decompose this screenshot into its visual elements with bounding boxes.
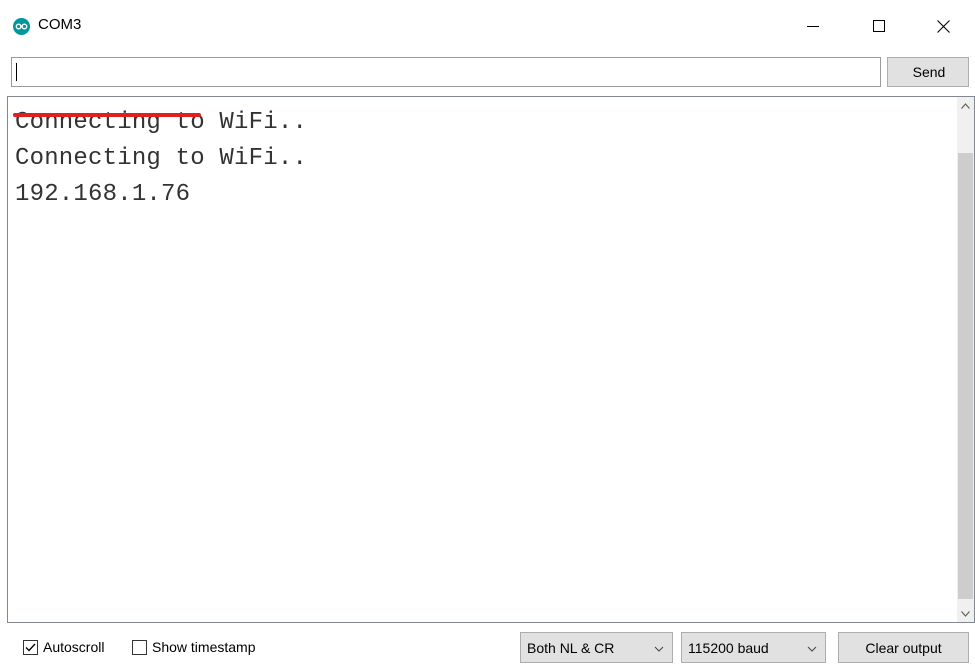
show-timestamp-label: Show timestamp [152, 639, 256, 655]
footer-bar: Autoscroll Show timestamp Both NL & CR 1… [0, 625, 975, 672]
send-button[interactable]: Send [887, 57, 969, 87]
window-title: COM3 [38, 16, 82, 33]
output-lines: Connecting to WiFi.. Connecting to WiFi.… [15, 105, 307, 213]
autoscroll-checkbox[interactable]: Autoscroll [23, 639, 104, 655]
chevron-down-icon [807, 641, 817, 658]
title-bar[interactable]: COM3 [0, 0, 975, 52]
minimize-icon [807, 26, 819, 27]
scroll-down-button[interactable] [957, 605, 974, 622]
baud-rate-value: 115200 baud [688, 639, 769, 656]
baud-rate-select[interactable]: 115200 baud [681, 632, 826, 663]
checkbox-checked-icon[interactable] [23, 639, 38, 655]
output-line: Connecting to WiFi.. [15, 109, 308, 136]
close-icon [936, 19, 950, 33]
vertical-scrollbar[interactable] [957, 97, 974, 622]
serial-monitor-window: COM3 Send Connecting to WiFi.. Connectin… [0, 0, 975, 672]
checkbox-unchecked-icon[interactable] [132, 639, 147, 655]
close-button[interactable] [920, 0, 966, 52]
chevron-down-icon [654, 641, 664, 658]
highlight-underline [13, 113, 201, 117]
send-input[interactable] [11, 57, 881, 87]
output-line: Connecting to WiFi.. [15, 145, 308, 172]
minimize-button[interactable] [790, 0, 836, 52]
send-bar: Send [0, 52, 975, 94]
line-ending-select[interactable]: Both NL & CR [520, 632, 673, 663]
arduino-infinity-icon [13, 18, 30, 35]
chevron-up-icon [961, 102, 970, 109]
serial-output[interactable]: Connecting to WiFi.. Connecting to WiFi.… [7, 96, 975, 623]
output-line: 192.168.1.76 [15, 181, 191, 208]
scroll-thumb[interactable] [958, 153, 973, 599]
line-ending-value: Both NL & CR [527, 639, 615, 656]
maximize-button[interactable] [856, 0, 902, 52]
show-timestamp-checkbox[interactable]: Show timestamp [132, 639, 255, 655]
autoscroll-label: Autoscroll [43, 639, 105, 655]
maximize-icon [873, 20, 885, 32]
clear-output-button[interactable]: Clear output [838, 632, 969, 663]
scroll-up-button[interactable] [957, 97, 974, 114]
chevron-down-icon [961, 610, 970, 617]
text-caret [16, 63, 17, 81]
